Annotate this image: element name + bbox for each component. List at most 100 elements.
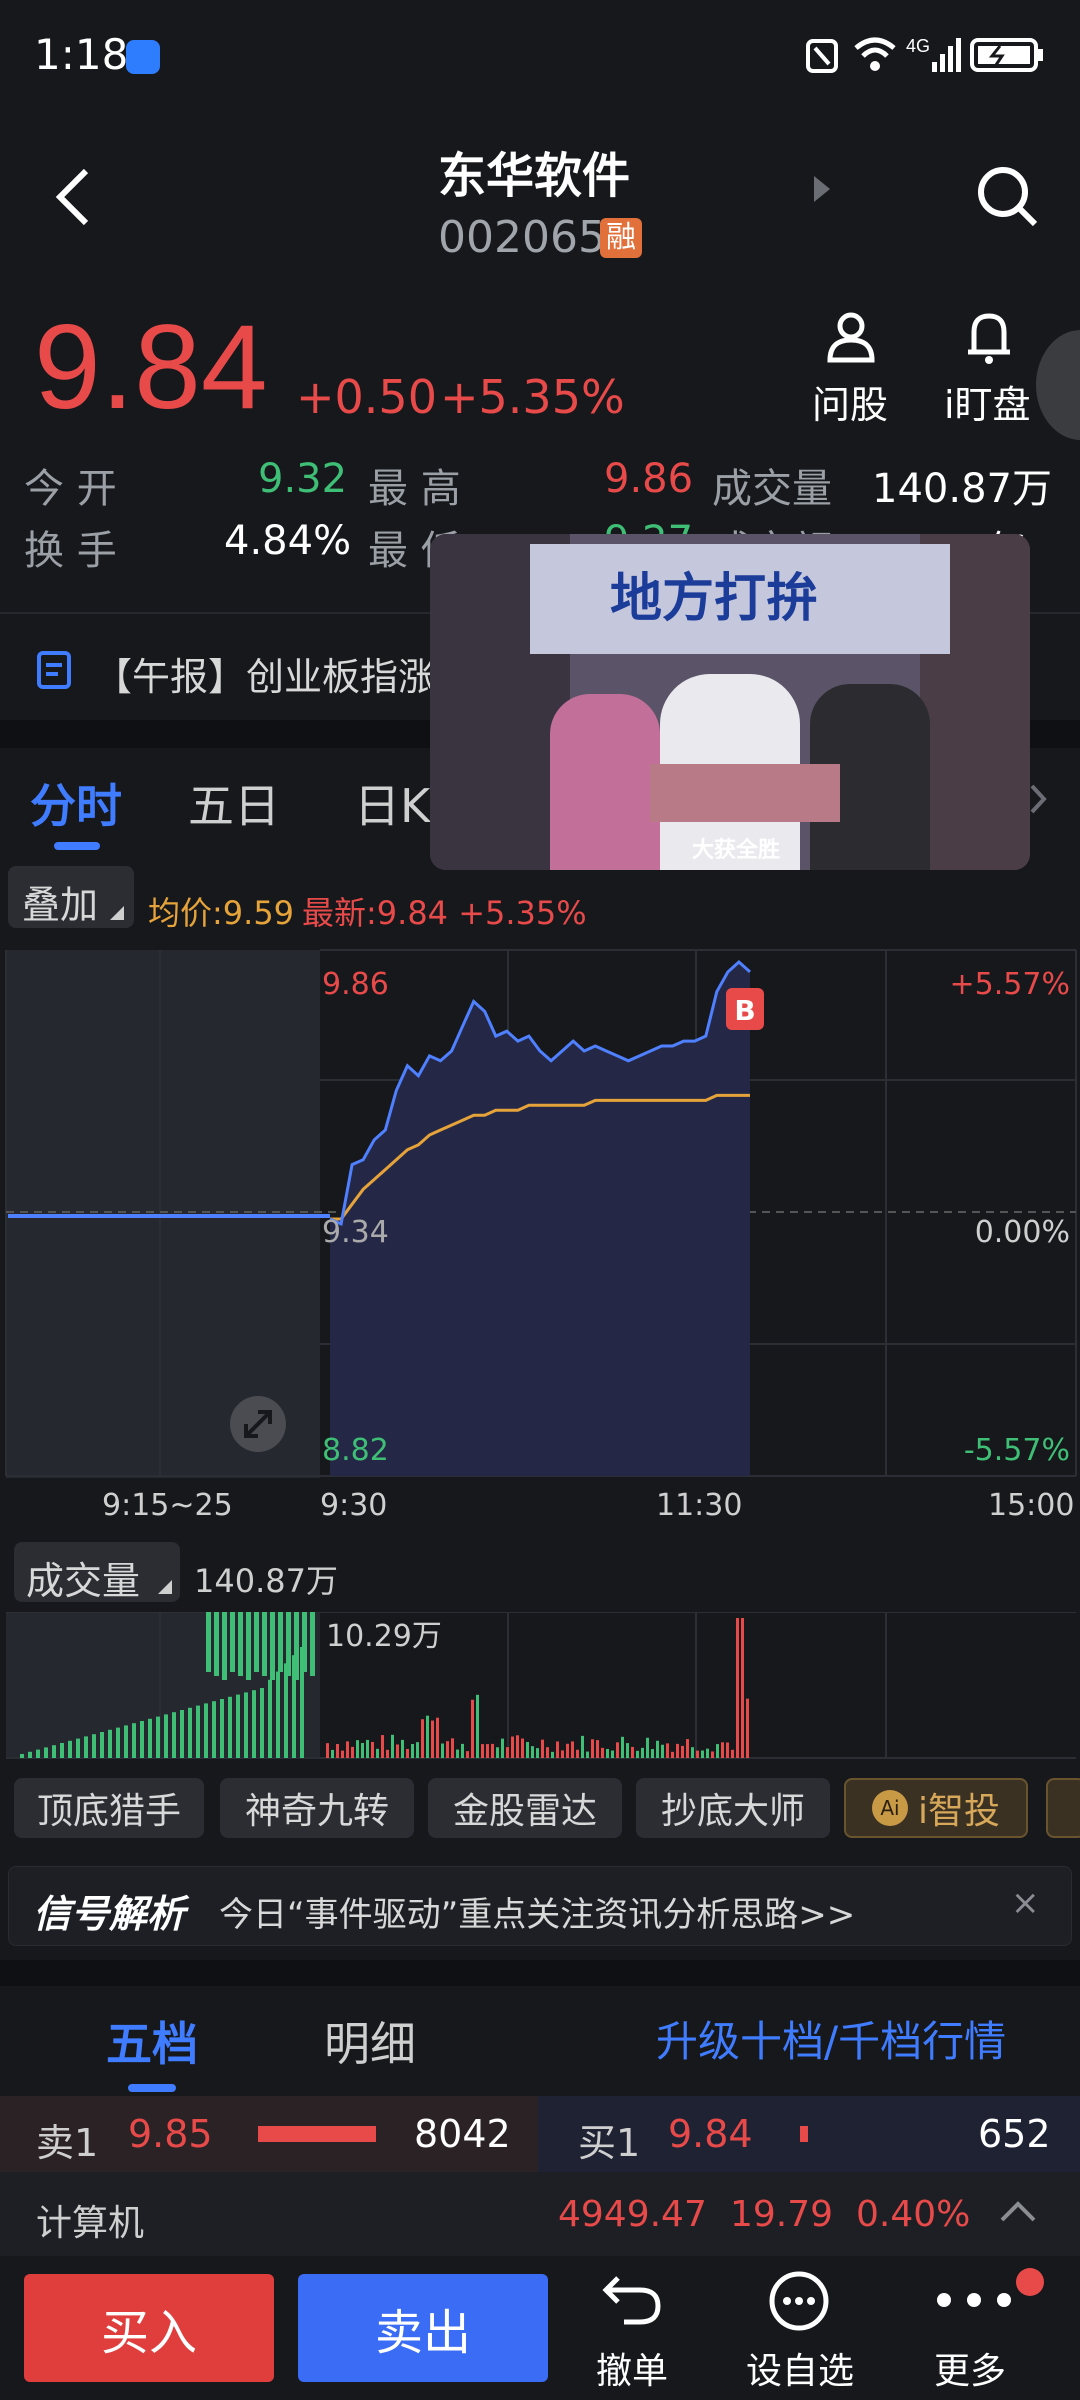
tool-bottom-top-hunter[interactable]: 顶底猎手 [14, 1778, 204, 1838]
tool-magic-nine[interactable]: 神奇九转 [220, 1778, 414, 1838]
volume-dropdown[interactable]: 成交量 [14, 1542, 180, 1603]
volume-bar [551, 1751, 554, 1758]
premarket-volume-bar [228, 1696, 232, 1758]
volume-bar [501, 1738, 504, 1758]
tabs-more-icon[interactable] [1028, 782, 1048, 816]
volume-bar [616, 1742, 619, 1758]
stock-code: 002065 [438, 212, 606, 263]
tab-intraday[interactable]: 分时 [30, 770, 122, 850]
search-icon[interactable] [975, 164, 1041, 230]
news-headline[interactable]: 【午报】创业板指涨 [94, 646, 436, 701]
avg-price-text: 均价:9.59 [148, 894, 295, 932]
volume-bar [631, 1746, 634, 1758]
volume-bar [386, 1749, 389, 1758]
volume-bar [676, 1743, 679, 1758]
volume-bar [706, 1748, 709, 1758]
y-top-pct: +5.57% [950, 967, 1070, 1002]
signal-banner[interactable]: 信号解析 今日“事件驱动”重点关注资讯分析思路>> × [8, 1866, 1072, 1946]
volume-bar [541, 1739, 544, 1758]
stat-turnover-label: 换 手 [24, 528, 117, 574]
price-change-pct: +5.35% [440, 370, 625, 424]
volume-bar [506, 1747, 509, 1758]
sell-button[interactable]: 卖出 [298, 2274, 548, 2382]
upgrade-level2-link[interactable]: 升级十档/千档行情 [656, 2008, 1006, 2069]
premarket-volume-bar [254, 1612, 259, 1672]
more-button[interactable]: 更多 [914, 2268, 1044, 2392]
volume-bar [576, 1749, 579, 1758]
volume-chart[interactable]: 10.29万 [0, 1612, 1080, 1760]
back-icon[interactable] [50, 165, 94, 229]
volume-bar [466, 1751, 469, 1758]
volume-bar [736, 1618, 739, 1758]
volume-bar [531, 1746, 534, 1758]
premarket-volume-bar [60, 1743, 64, 1758]
premarket-volume-bar [196, 1705, 200, 1758]
stat-volume-value: 140.87万 [872, 466, 1052, 512]
tab-intraday-label: 分时 [30, 779, 122, 833]
tab-five-day[interactable]: 五日 [188, 770, 280, 836]
volume-bar [346, 1741, 349, 1758]
tab-detail[interactable]: 明细 [324, 2008, 416, 2074]
tool-more-chip[interactable] [1046, 1778, 1080, 1838]
premarket-volume-bar [140, 1721, 144, 1758]
volume-bar [451, 1738, 454, 1758]
y-top-label: 9.86 [322, 967, 389, 1002]
stat-open-value: 9.32 [258, 456, 348, 502]
premarket-volume-bar [270, 1612, 275, 1680]
intraday-chart[interactable]: 9.86 9.34 8.82 +5.57% 0.00% -5.57% B [0, 948, 1080, 1478]
volume-bar [461, 1743, 464, 1758]
overlay-label: 叠加 [22, 883, 99, 927]
volume-bar [341, 1750, 344, 1758]
wifi-icon [854, 37, 896, 71]
ask-stock-button[interactable]: 问股 [800, 310, 900, 427]
volume-bar [566, 1743, 569, 1758]
tool-bottom-master[interactable]: 抄底大师 [636, 1778, 830, 1838]
current-price: 9.84 [34, 300, 268, 434]
volume-bar [401, 1739, 404, 1758]
buy-price: 9.84 [668, 2112, 753, 2156]
video-headline: 地方打拚 [610, 569, 819, 629]
buy-marker[interactable]: B [726, 988, 764, 1030]
watch-button[interactable]: i盯盘 [940, 310, 1050, 427]
fullscreen-icon[interactable] [230, 1396, 286, 1452]
sector-bar[interactable]: 计算机 4949.47 19.79 0.40% [0, 2172, 1080, 2256]
sector-pct: 0.40% [856, 2194, 971, 2235]
volume-bar [681, 1745, 684, 1758]
premarket-volume-bar [238, 1612, 243, 1676]
video-overlay[interactable]: 地方打拚 大获全胜 [430, 534, 1030, 870]
volume-bar [426, 1715, 429, 1758]
volume-bar [546, 1747, 549, 1758]
volume-bar [661, 1744, 664, 1758]
volume-bar [476, 1694, 479, 1758]
tool-ai-invest[interactable]: Ai i智投 [844, 1778, 1028, 1838]
volume-bar [391, 1734, 394, 1758]
cancel-order-button[interactable]: 撤单 [580, 2270, 690, 2392]
premarket-volume-bar [20, 1754, 24, 1758]
tab-five-level[interactable]: 五档 [106, 2008, 198, 2074]
bell-icon [968, 313, 1010, 364]
chevron-up-icon[interactable] [998, 2200, 1038, 2224]
volume-bar [581, 1735, 584, 1758]
buy-label: 买1 [578, 2121, 641, 2165]
status-bar: 1:18 4G [0, 0, 1080, 110]
premarket-volume-bar [284, 1663, 288, 1758]
sell-volume: 8042 [414, 2112, 511, 2156]
next-stock-icon[interactable] [812, 174, 832, 204]
video-mosaic [650, 764, 840, 822]
volume-bar [591, 1739, 594, 1758]
volume-bar [396, 1744, 399, 1758]
add-favorite-label: 设自选 [746, 2351, 855, 2392]
ask-label: 问股 [812, 383, 889, 427]
volume-bar [331, 1749, 334, 1758]
volume-bar [696, 1750, 699, 1758]
tab-daily-k[interactable]: 日K [354, 770, 430, 836]
overlay-dropdown[interactable]: 叠加 [8, 866, 134, 928]
add-favorite-button[interactable]: 设自选 [738, 2270, 868, 2392]
battery-icon [970, 38, 1043, 72]
signal-close-button[interactable]: × [1011, 1883, 1040, 1923]
tool-gold-radar[interactable]: 金股雷达 [428, 1778, 622, 1838]
buy-button[interactable]: 买入 [24, 2274, 274, 2382]
buy-volume: 652 [978, 2112, 1051, 2156]
volume-bar [456, 1749, 459, 1758]
volume-bar [406, 1748, 409, 1758]
